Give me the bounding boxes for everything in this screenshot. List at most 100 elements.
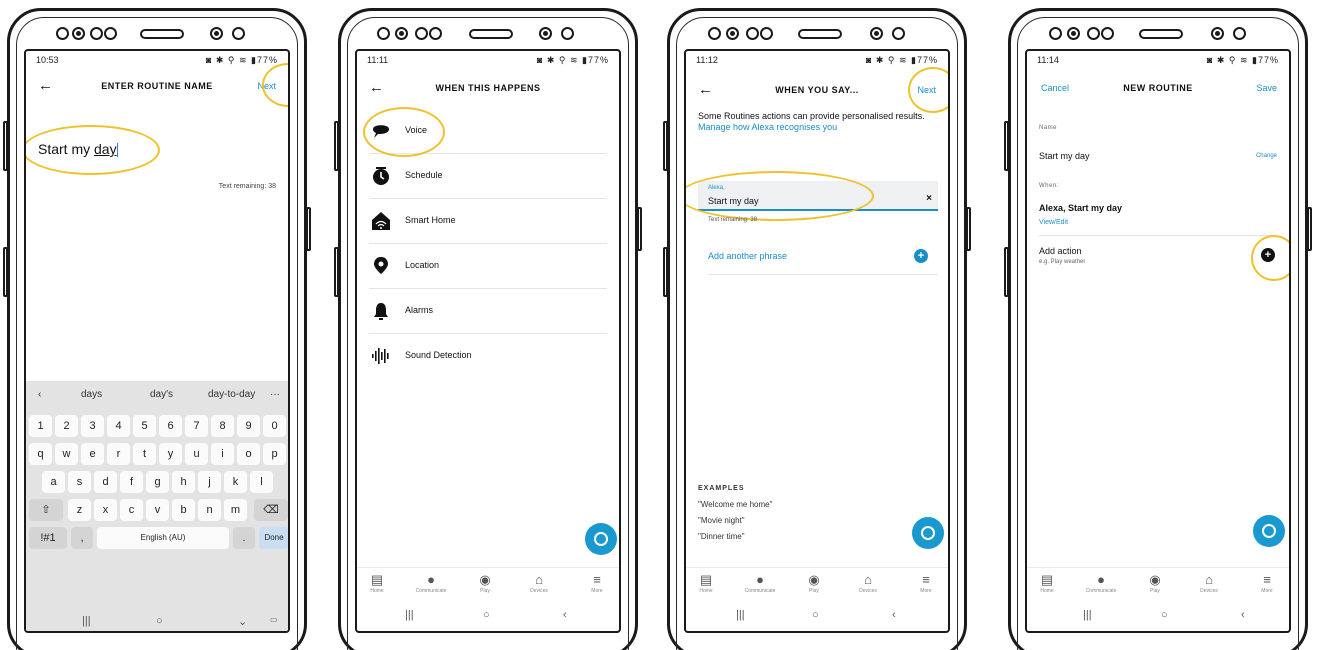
nav-communicate[interactable]: ● Communicate [1081, 572, 1121, 594]
nav-more[interactable]: ≡ More [577, 572, 617, 594]
suggestion-item[interactable]: day's [150, 389, 173, 400]
back-icon[interactable]: ‹ [563, 609, 567, 621]
trigger-item-location[interactable]: Location [369, 244, 607, 289]
save-button[interactable]: Save [1256, 83, 1277, 93]
manage-recognition-link[interactable]: Manage how Alexa recognises you [698, 122, 948, 133]
back-icon[interactable]: ‹ [892, 609, 896, 621]
key[interactable]: 4 [107, 415, 130, 437]
shift-key-icon[interactable]: ⇧ [29, 499, 63, 521]
status-icons: ◙ ✱ ⚲ ≋ ▮77% [536, 55, 609, 65]
key[interactable]: 1 [29, 415, 52, 437]
key[interactable]: c [120, 499, 143, 521]
key[interactable]: y [159, 443, 182, 465]
hide-keyboard-icon[interactable]: ⌄ [238, 615, 247, 628]
home-icon[interactable]: ○ [812, 609, 819, 621]
key[interactable]: 0 [263, 415, 286, 437]
next-button[interactable]: Next [917, 85, 936, 95]
key[interactable]: j [198, 471, 221, 493]
nav-devices[interactable]: ⌂ Devices [848, 572, 888, 594]
key[interactable]: e [81, 443, 104, 465]
add-action-row[interactable]: Add action e.g. Play weather + [1039, 235, 1277, 275]
key[interactable]: v [146, 499, 169, 521]
add-phrase-row[interactable]: Add another phrase + [708, 245, 938, 275]
home-icon[interactable]: ○ [483, 609, 490, 621]
nav-home[interactable]: ▤ Home [686, 572, 726, 594]
key[interactable]: o [237, 443, 260, 465]
key[interactable]: 2 [55, 415, 78, 437]
nav-devices[interactable]: ⌂ Devices [519, 572, 559, 594]
nav-more[interactable]: ≡ More [906, 572, 946, 594]
trigger-item-sound-detection[interactable]: Sound Detection [369, 334, 607, 379]
key[interactable]: d [94, 471, 117, 493]
key[interactable]: w [55, 443, 78, 465]
key[interactable]: q [29, 443, 52, 465]
period-key[interactable]: . [233, 527, 255, 549]
backspace-key-icon[interactable]: ⌫ [254, 499, 288, 521]
next-button[interactable]: Next [257, 81, 276, 91]
nav-play[interactable]: ◉ Play [794, 572, 834, 594]
key[interactable]: 6 [159, 415, 182, 437]
trigger-item-alarms[interactable]: Alarms [369, 289, 607, 334]
nav-play[interactable]: ◉ Play [1135, 572, 1175, 594]
done-key[interactable]: Done [259, 527, 288, 549]
add-icon[interactable]: + [914, 249, 928, 263]
key[interactable]: g [146, 471, 169, 493]
key[interactable]: u [185, 443, 208, 465]
back-icon[interactable]: ‹ [1241, 609, 1245, 621]
alexa-button[interactable] [1253, 515, 1285, 547]
nav-home[interactable]: ▤ Home [1027, 572, 1067, 594]
key[interactable]: i [211, 443, 234, 465]
key[interactable]: k [224, 471, 247, 493]
recents-icon[interactable]: ||| [1083, 609, 1092, 621]
recents-icon[interactable]: ||| [82, 615, 91, 627]
comma-key[interactable]: , [71, 527, 93, 549]
suggestion-item[interactable]: days [81, 389, 102, 400]
alexa-button[interactable] [912, 517, 944, 549]
nav-communicate[interactable]: ● Communicate [740, 572, 780, 594]
camera-icon [1067, 27, 1080, 40]
phrase-input[interactable]: Alexa, Start my day × [698, 181, 938, 211]
nav-more[interactable]: ≡ More [1247, 572, 1287, 594]
clear-icon[interactable]: × [926, 193, 932, 204]
home-icon[interactable]: ○ [1161, 609, 1168, 621]
key[interactable]: p [263, 443, 286, 465]
key[interactable]: z [68, 499, 91, 521]
key[interactable]: a [42, 471, 65, 493]
nav-communicate[interactable]: ● Communicate [411, 572, 451, 594]
key[interactable]: 9 [237, 415, 260, 437]
recents-icon[interactable]: ||| [405, 609, 414, 621]
key[interactable]: s [68, 471, 91, 493]
key[interactable]: r [107, 443, 130, 465]
suggestion-item[interactable]: day-to-day [208, 389, 255, 400]
trigger-item-smart-home[interactable]: Smart Home [369, 199, 607, 244]
routine-name-input[interactable]: Start my day [38, 141, 118, 158]
keyboard-icon[interactable]: ▭ [270, 615, 278, 624]
key[interactable]: f [120, 471, 143, 493]
key[interactable]: 3 [81, 415, 104, 437]
key[interactable]: t [133, 443, 156, 465]
recents-icon[interactable]: ||| [736, 609, 745, 621]
key[interactable]: m [224, 499, 247, 521]
key[interactable]: 8 [211, 415, 234, 437]
add-icon[interactable]: + [1261, 248, 1275, 262]
suggestion-back-icon[interactable]: ‹ [38, 389, 41, 400]
home-icon[interactable]: ○ [156, 615, 163, 627]
key[interactable]: n [198, 499, 221, 521]
space-key[interactable]: English (AU) [97, 527, 229, 549]
nav-home[interactable]: ▤ Home [357, 572, 397, 594]
symbols-key[interactable]: !#1 [29, 527, 67, 549]
trigger-item-voice[interactable]: Voice [369, 109, 607, 154]
change-name-button[interactable]: Change [1256, 153, 1277, 159]
key[interactable]: h [172, 471, 195, 493]
suggestion-more[interactable]: ··· [270, 389, 280, 400]
trigger-item-schedule[interactable]: Schedule [369, 154, 607, 199]
key[interactable]: l [250, 471, 273, 493]
key[interactable]: 5 [133, 415, 156, 437]
alexa-button[interactable] [585, 523, 617, 555]
view-edit-link[interactable]: View/Edit [1039, 219, 1068, 226]
key[interactable]: b [172, 499, 195, 521]
nav-play[interactable]: ◉ Play [465, 572, 505, 594]
nav-devices[interactable]: ⌂ Devices [1189, 572, 1229, 594]
key[interactable]: 7 [185, 415, 208, 437]
key[interactable]: x [94, 499, 117, 521]
